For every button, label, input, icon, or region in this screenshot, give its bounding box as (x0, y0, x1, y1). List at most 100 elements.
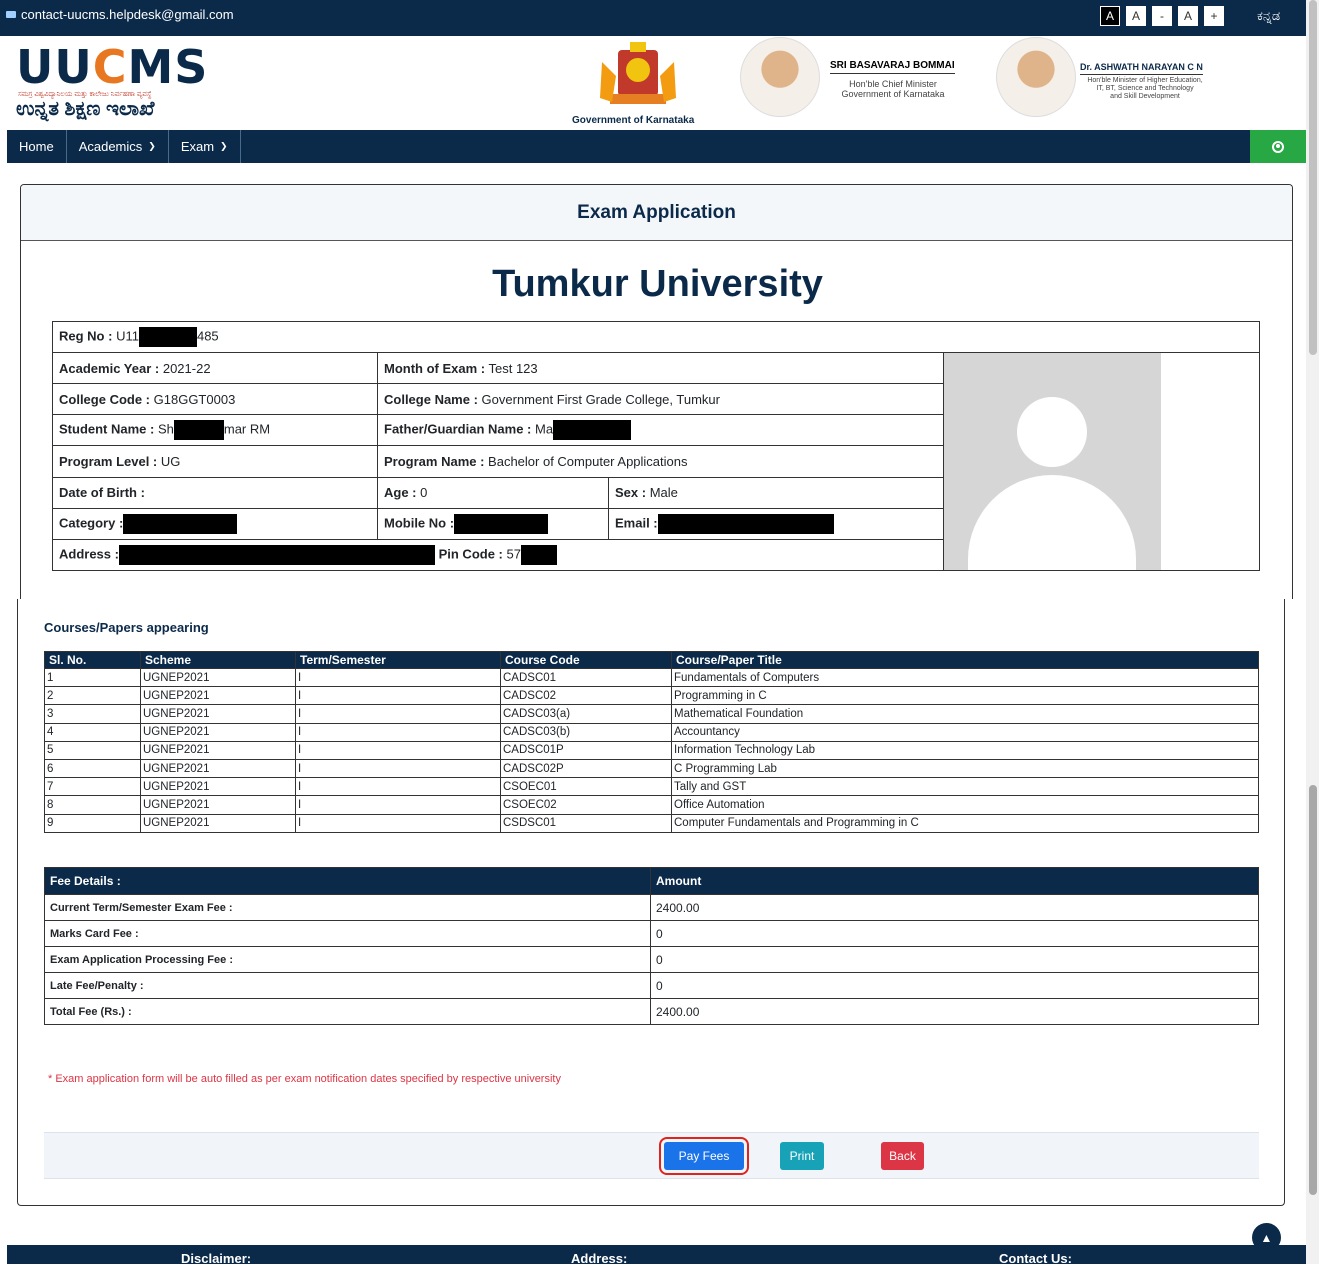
cell: I (295, 795, 501, 815)
chevron-down-icon[interactable]: ❯ (220, 141, 228, 152)
uucms-logo[interactable]: UUCMS (16, 44, 208, 90)
col-course-title: Course/Paper Title (671, 651, 1259, 669)
nav-exam-label[interactable]: Exam (181, 139, 214, 154)
font-contrast-dark-button[interactable]: A (1100, 6, 1120, 26)
scrollbar-thumb[interactable] (1309, 785, 1317, 1195)
pay-fees-button[interactable]: Pay Fees (659, 1137, 749, 1175)
table-row: Total Fee (Rs.) :2400.00 (44, 998, 1259, 1025)
user-circle-icon[interactable] (1272, 140, 1284, 153)
emblem-caption: Government of Karnataka (572, 115, 695, 126)
nav-home[interactable]: Home (7, 130, 67, 163)
minister-role-line: IT, BT, Science and Technology (1096, 85, 1194, 92)
student-name-cell: Student Name : Sh mar RM (52, 414, 378, 447)
minister-name: Dr. ASHWATH NARAYAN C N (1080, 62, 1203, 75)
cell: UGNEP2021 (140, 777, 296, 797)
student-name-label: Student Name : (59, 421, 155, 437)
pin-code-label: Pin Code : (438, 546, 503, 562)
dob-label: Date of Birth : (59, 485, 145, 501)
action-bar: Pay Fees Print Back (44, 1132, 1259, 1179)
font-decrease-button[interactable]: - (1152, 6, 1172, 26)
month-of-exam-label: Month of Exam : (384, 360, 486, 376)
table-row: Marks Card Fee :0 (44, 920, 1259, 947)
photo-cell (943, 352, 1260, 571)
chief-minister-role: Hon'ble Chief Minister Government of Kar… (833, 79, 953, 99)
helpdesk-email[interactable]: contact-uucms.helpdesk@gmail.com (6, 7, 234, 22)
cell: Mathematical Foundation (671, 704, 1259, 724)
fee-label: Current Term/Semester Exam Fee : (44, 894, 651, 921)
academic-year-cell: Academic Year : 2021-22 (52, 351, 378, 385)
font-reset-button[interactable]: A (1178, 6, 1198, 26)
cell: Programming in C (671, 686, 1259, 706)
cell: C Programming Lab (671, 758, 1259, 779)
cell: CSOEC01 (500, 777, 672, 797)
scrollbar-thumb-upper[interactable] (1309, 0, 1317, 355)
program-level-cell: Program Level : UG (52, 445, 378, 478)
age-value: 0 (420, 485, 428, 501)
reg-no-value-suffix: 485 (196, 328, 219, 344)
college-code-cell: College Code : G18GGT0003 (52, 383, 378, 416)
academic-year-label: Academic Year : (59, 360, 160, 376)
category-label: Category : (59, 515, 124, 531)
table-row: 6 UGNEP2021 I CADSC02P C Programming Lab (44, 758, 1259, 779)
language-toggle[interactable]: ಕನ್ನಡ (1257, 8, 1280, 24)
cell: CADSC01P (500, 740, 672, 760)
father-name-label: Father/Guardian Name : (384, 421, 532, 437)
cell: I (295, 667, 501, 688)
cell: CADSC03(a) (500, 704, 672, 724)
cell: 8 (44, 795, 141, 815)
redaction-block (123, 513, 238, 534)
nav-exam[interactable]: Exam ❯ (169, 130, 241, 163)
helpdesk-email-text[interactable]: contact-uucms.helpdesk@gmail.com (21, 7, 234, 22)
fee-details-table: Fee Details : Amount Current Term/Semest… (44, 867, 1259, 1025)
sex-label: Sex : (615, 485, 647, 501)
university-name: Tumkur University (492, 263, 823, 305)
nav-academics-label[interactable]: Academics (79, 139, 143, 154)
cell: UGNEP2021 (140, 813, 296, 833)
page-scrollbar[interactable] (1306, 0, 1319, 1264)
chevron-down-icon[interactable]: ❯ (148, 141, 156, 152)
redaction-block (454, 513, 549, 534)
table-row: 4 UGNEP2021 I CADSC03(b) Accountancy (44, 722, 1259, 742)
cell: Computer Fundamentals and Programming in… (671, 813, 1259, 833)
reg-no-value: U11 (116, 328, 139, 344)
fee-label: Late Fee/Penalty : (44, 972, 651, 999)
cell: UGNEP2021 (140, 758, 296, 779)
cell: Tally and GST (671, 777, 1259, 797)
nav-home-label[interactable]: Home (19, 139, 54, 154)
fee-header-row: Fee Details : Amount (44, 867, 1259, 895)
font-increase-button[interactable]: + (1204, 6, 1224, 26)
cell: UGNEP2021 (140, 740, 296, 760)
cell: I (295, 686, 501, 706)
category-cell: Category : (52, 507, 378, 540)
font-size-controls: A A - A + (1100, 6, 1224, 26)
main-navbar: Home Academics ❯ Exam ❯ (7, 130, 1306, 163)
back-button[interactable]: Back (881, 1142, 924, 1170)
redaction-block (118, 544, 435, 565)
fee-amount: 0 (650, 946, 1259, 973)
program-name-label: Program Name : (384, 453, 485, 469)
cell: Office Automation (671, 795, 1259, 815)
redaction-block (657, 513, 834, 534)
email-label: Email : (615, 515, 658, 531)
college-name-cell: College Name : Government First Grade Co… (376, 383, 945, 416)
academic-year-value: 2021-22 (162, 360, 211, 376)
user-account-button[interactable] (1250, 130, 1306, 163)
cell: 2 (44, 686, 141, 706)
cell: 5 (44, 740, 141, 760)
cell: CADSC03(b) (500, 722, 672, 742)
father-name-cell: Father/Guardian Name : Ma (376, 414, 945, 447)
courses-table: Sl. No. Scheme Term/Semester Course Code… (44, 651, 1259, 833)
site-header: UUCMS ಸಮಗ್ರ ವಿಶ್ವವಿದ್ಯಾನಿಲಯ ಮತ್ತು ಕಾಲೇಜು… (0, 36, 1306, 130)
font-contrast-light-button[interactable]: A (1126, 6, 1146, 26)
table-row: 2 UGNEP2021 I CADSC02 Programming in C (44, 686, 1259, 706)
top-bar: contact-uucms.helpdesk@gmail.com A A - A… (0, 0, 1306, 36)
print-button[interactable]: Print (780, 1142, 824, 1170)
chevron-up-icon[interactable]: ▲ (1261, 1231, 1273, 1245)
mobile-label: Mobile No : (384, 515, 455, 531)
cell: I (295, 722, 501, 742)
nav-academics[interactable]: Academics ❯ (67, 130, 169, 163)
email-cell: Email : (607, 507, 945, 540)
cell: Accountancy (671, 722, 1259, 742)
minister-photo (996, 37, 1076, 117)
cell: 6 (44, 758, 141, 779)
